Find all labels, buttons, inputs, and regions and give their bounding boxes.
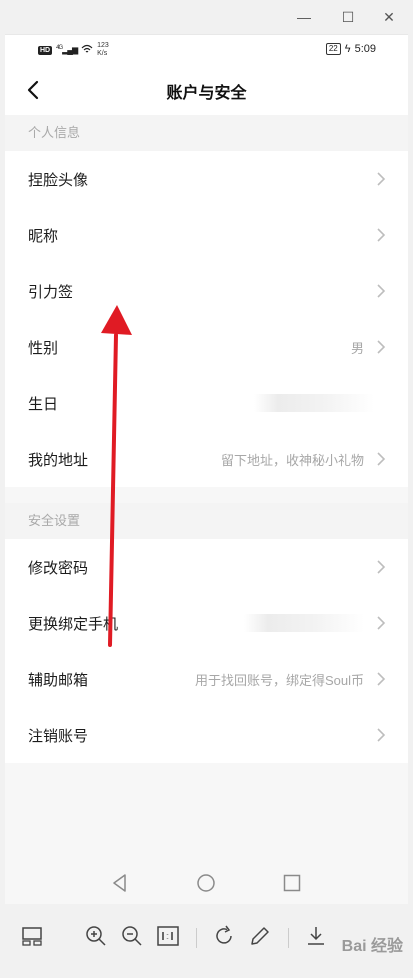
rotate-button[interactable] [212, 924, 236, 948]
nav-bar: 账户与安全 [5, 65, 408, 115]
settings-row-delete-account[interactable]: 注销账号 [5, 707, 408, 763]
settings-row-birthday[interactable]: 生日 [5, 375, 408, 431]
maximize-icon[interactable]: ☐ [336, 6, 360, 28]
image-viewer-window: — ☐ ✕ HD 4G▂▄▆ 123 K/s 22 ϟ 5:09 账户与安全 个… [0, 0, 413, 978]
close-icon[interactable]: ✕ [377, 6, 401, 28]
system-nav-bar [5, 860, 408, 904]
row-label: 捏脸头像 [28, 171, 89, 189]
redacted-value [244, 614, 364, 632]
settings-row-change-phone[interactable]: 更换绑定手机 [5, 595, 408, 651]
actual-size-icon [157, 926, 179, 946]
nav-recents-icon[interactable] [281, 872, 303, 894]
charging-icon: ϟ [344, 43, 351, 55]
settings-row-signature[interactable]: 引力签 [5, 263, 408, 319]
network-speed: 123 K/s [97, 42, 109, 57]
zoom-in-button[interactable] [84, 924, 108, 948]
pencil-icon [251, 927, 269, 945]
chevron-right-icon [377, 616, 386, 630]
thumbnails-icon [22, 927, 42, 946]
page-title: 账户与安全 [166, 85, 247, 102]
row-label: 修改密码 [28, 559, 89, 577]
status-bar: HD 4G▂▄▆ 123 K/s 22 ϟ 5:09 [5, 35, 408, 65]
chevron-right-icon [377, 728, 386, 742]
zoom-out-button[interactable] [120, 924, 144, 948]
row-value: 用于找回账号，绑定得Soul币 [194, 672, 364, 688]
download-icon [308, 927, 324, 945]
settings-row-gender[interactable]: 性别 男 [5, 319, 408, 375]
wifi-icon [81, 44, 93, 57]
settings-row-avatar[interactable]: 捏脸头像 [5, 151, 408, 207]
zoom-in-icon [86, 926, 106, 946]
security-settings-group: 修改密码 更换绑定手机 辅助邮箱 用于找回账号，绑定得Soul币 注销账号 [5, 539, 408, 763]
rotate-icon [216, 925, 232, 944]
row-value: 男 [350, 340, 364, 356]
row-label: 更换绑定手机 [28, 615, 119, 633]
row-label: 我的地址 [28, 451, 89, 469]
settings-row-nickname[interactable]: 昵称 [5, 207, 408, 263]
row-label: 性别 [28, 339, 59, 357]
row-label: 生日 [28, 395, 59, 413]
clock: 5:09 [354, 43, 376, 55]
edit-button[interactable] [248, 924, 272, 948]
download-button[interactable] [304, 924, 328, 948]
settings-row-address[interactable]: 我的地址 留下地址，收神秘小礼物 [5, 431, 408, 487]
settings-row-backup-email[interactable]: 辅助邮箱 用于找回账号，绑定得Soul币 [5, 651, 408, 707]
nav-back-icon[interactable] [109, 872, 131, 894]
watermark-logo: Bai 经验 [341, 938, 403, 955]
profile-settings-group: 捏脸头像 昵称 引力签 性别 男 生日 我的地址 留下地址，收神秘小礼物 [5, 151, 408, 487]
chevron-right-icon [377, 228, 386, 242]
row-label: 辅助邮箱 [28, 671, 89, 689]
window-title-bar: — ☐ ✕ [0, 0, 413, 34]
chevron-right-icon [377, 340, 386, 354]
chevron-right-icon [377, 172, 386, 186]
chevron-right-icon [377, 452, 386, 466]
toolbar-separator [196, 928, 197, 948]
chevron-right-icon [377, 672, 386, 686]
section-header-profile: 个人信息 [5, 115, 408, 151]
actual-size-button[interactable] [156, 924, 180, 948]
viewer-toolbar: Bai 经验 [0, 904, 413, 978]
row-value: 留下地址，收神秘小礼物 [220, 452, 364, 468]
row-label: 昵称 [28, 227, 59, 245]
row-label: 引力签 [28, 283, 74, 301]
minimize-icon[interactable]: — [292, 6, 316, 28]
zoom-out-icon [122, 926, 142, 946]
row-label: 注销账号 [28, 727, 89, 745]
section-header-security: 安全设置 [5, 503, 408, 539]
chevron-right-icon [377, 284, 386, 298]
settings-row-change-password[interactable]: 修改密码 [5, 539, 408, 595]
signal-icon: 4G▂▄▆ [56, 45, 78, 55]
toolbar-separator [288, 928, 289, 948]
network-type-badge: HD [38, 45, 53, 55]
nav-home-icon[interactable] [195, 872, 217, 894]
battery-icon: 22 [325, 43, 341, 55]
thumbnail-view-button[interactable] [20, 924, 44, 948]
redacted-value [254, 394, 374, 412]
chevron-right-icon [377, 560, 386, 574]
phone-screen: HD 4G▂▄▆ 123 K/s 22 ϟ 5:09 账户与安全 个人信息 捏脸头 [5, 34, 408, 904]
